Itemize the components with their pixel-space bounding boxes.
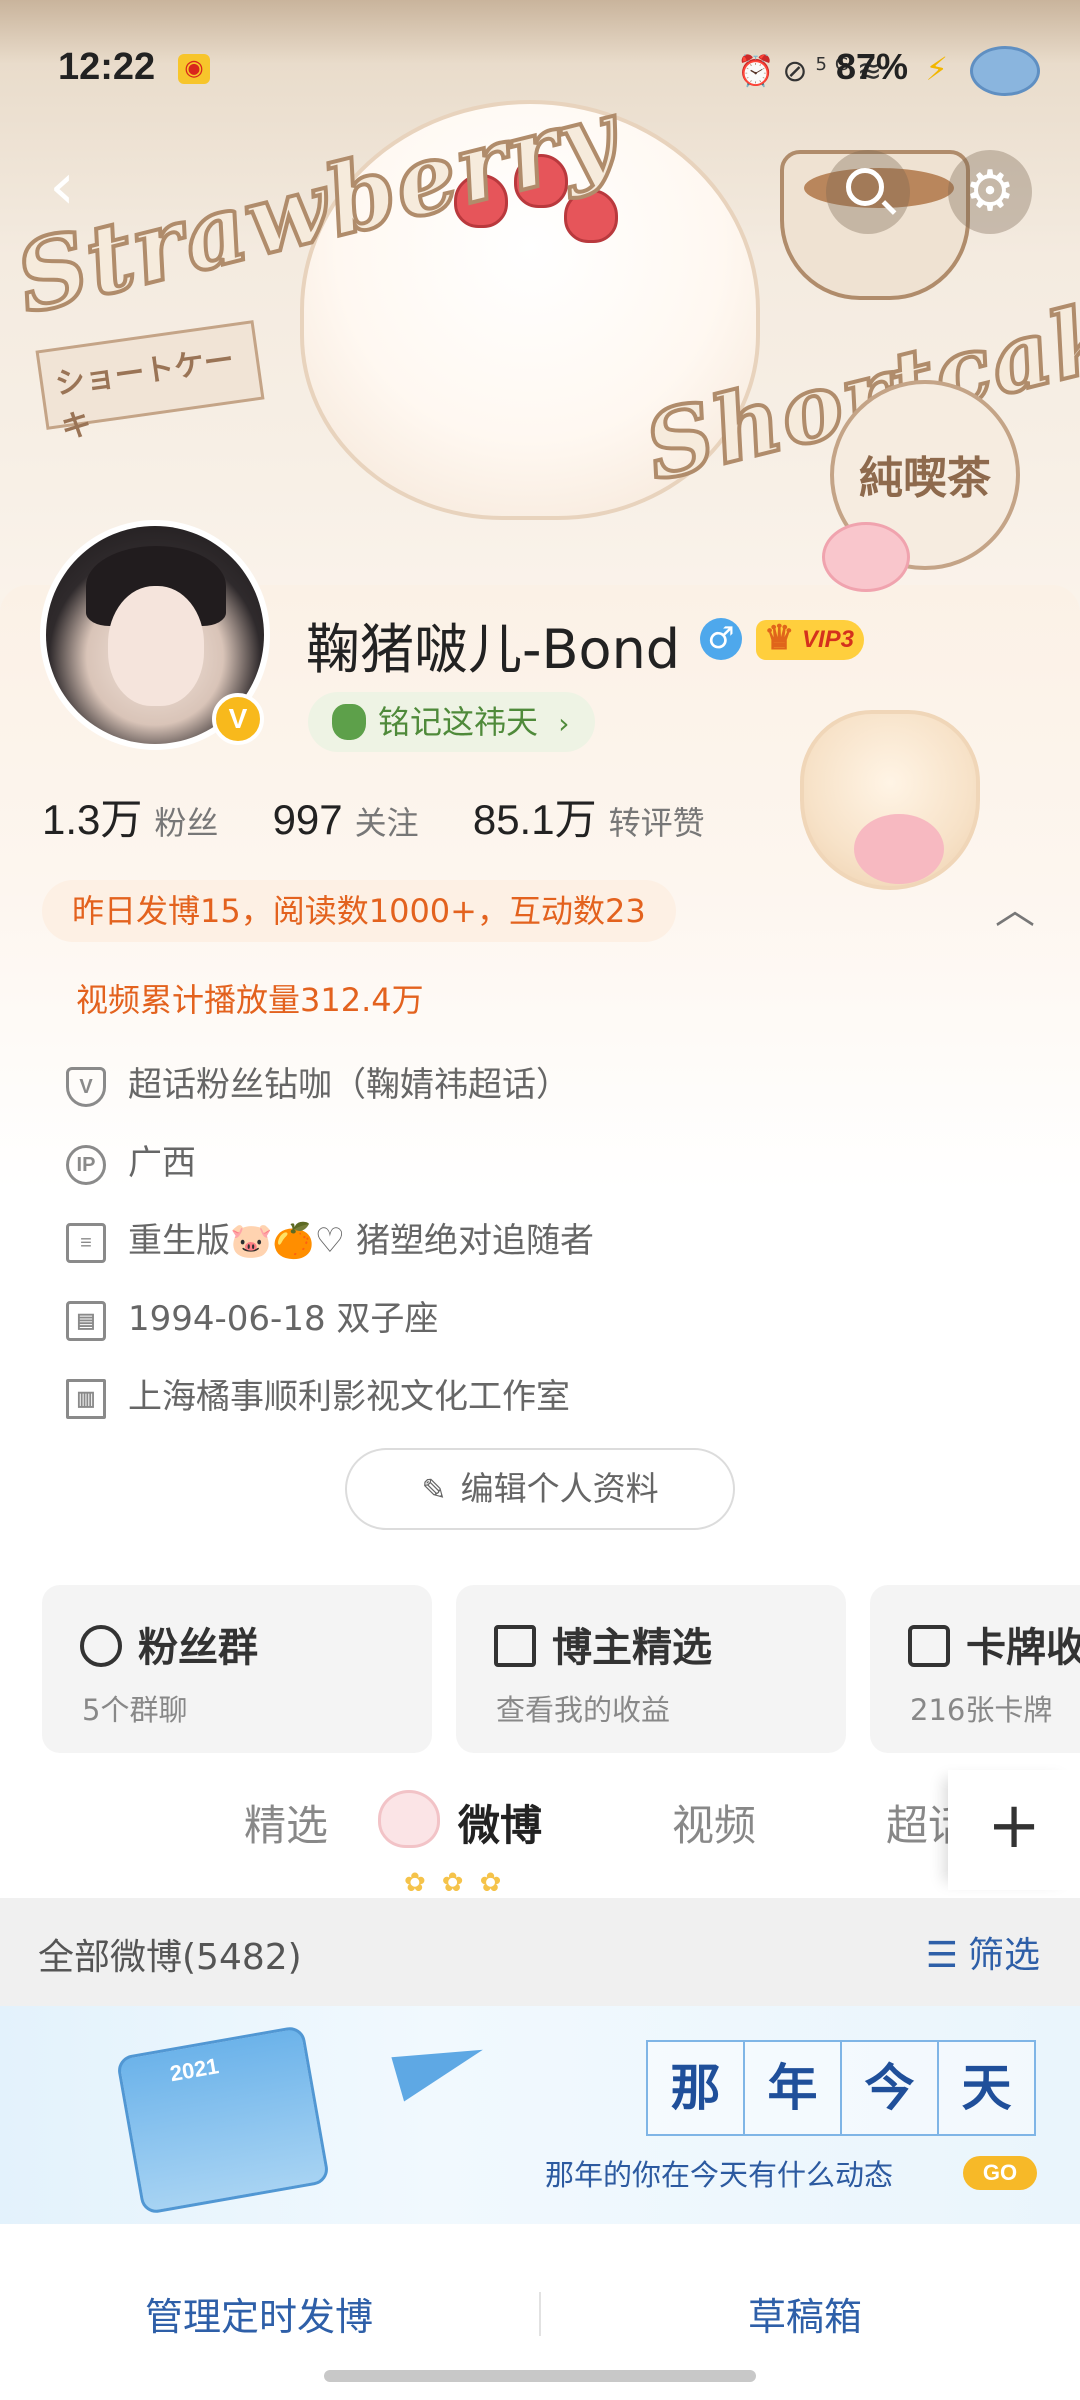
tab-weibo[interactable]: 微博 [458,1792,542,1853]
add-tab-button[interactable]: + [948,1770,1080,1890]
content-tabs: 精选 微博 ✿✿✿ 视频 超话 + [0,1770,1080,1898]
info-row-supertopic[interactable]: V 超话粉丝钻咖（鞠婧祎超话） [66,1057,570,1113]
feature-subtitle: 查看我的收益 [496,1693,671,1727]
calendar-year: 2021 [168,2053,221,2087]
drafts-button[interactable]: 草稿箱 [748,2286,862,2341]
weibo-notification-icon: ◉ [178,54,210,84]
search-icon [846,168,884,206]
ip-icon: IP [66,1144,106,1185]
filter-icon: ☰ [925,1935,958,1976]
feature-title: 博主精选 [552,1625,712,1671]
battery-level: 87% [835,46,908,87]
info-row-company: ▥ 上海橘事顺利影视文化工作室 [66,1369,570,1425]
feature-title: 卡牌收 [966,1625,1080,1671]
stat-engagement-value: 85.1万 [472,796,597,843]
paper-plane-icon [391,2032,491,2102]
v-plus-icon [494,1625,536,1667]
edit-profile-label: 编辑个人资料 [460,1469,659,1508]
divider [539,2292,541,2336]
stat-following-value: 997 [272,796,343,843]
tagline-text: 铭记这祎天 [378,703,539,741]
calendar-icon: ▤ [66,1300,106,1341]
mute-icon: ⊘ [782,54,816,89]
stat-following[interactable]: 997 关注 [273,796,419,844]
status-bar: 12:22 ◉ ⏰⊘5G≋ 87% ⚡ [0,40,1080,100]
blogger-picks-card[interactable]: 博主精选 查看我的收益 [456,1585,846,1753]
shield-icon: V [66,1066,106,1107]
chevron-left-icon: ‹ [49,150,75,224]
alarm-icon: ⏰ [736,54,783,89]
info-row-birthday: ▤ 1994-06-18 双子座 [66,1291,438,1347]
on-this-day-subtitle: 那年的你在今天有什么动态 [545,2158,894,2192]
stat-engagement-label: 转评赞 [608,804,705,842]
activity-summary[interactable]: 昨日发博15，阅读数1000+，互动数23 [42,880,676,942]
verified-badge-icon: V [212,693,264,745]
info-text: 1994-06-18 双子座 [128,1299,439,1339]
charging-icon: ⚡ [925,50,948,88]
info-row-bio: ≡ 重生版🐷🍊♡ 猪塑绝对追随者 [66,1213,594,1269]
card-icon [908,1625,950,1667]
document-icon: ≡ [66,1222,106,1263]
banner-japanese-label: ショートケーキ [35,320,265,446]
chevron-right-icon: › [558,707,570,740]
plus-icon: + [987,1789,1041,1863]
info-text: 广西 [128,1143,196,1183]
edit-profile-button[interactable]: ✎ 编辑个人资料 [345,1448,735,1530]
info-text: 重生版🐷🍊♡ 猪塑绝对追随者 [128,1221,594,1261]
building-icon: ▥ [66,1378,106,1419]
stat-following-label: 关注 [354,804,419,842]
title-char: 那 [646,2040,745,2136]
stat-followers-value: 1.3万 [42,796,143,843]
on-this-day-title: 那 年 今 天 [646,2040,1036,2136]
title-char: 今 [840,2040,939,2136]
stat-followers[interactable]: 1.3万 粉丝 [42,786,218,847]
filter-button[interactable]: ☰ 筛选 [926,1926,1040,1978]
profile-stats: 1.3万 粉丝 997 关注 85.1万 转评赞 [42,786,749,847]
filter-bar: 全部微博(5482) ☰ 筛选 [0,1898,1080,2006]
title-char: 天 [937,2040,1036,2136]
back-button[interactable]: ‹ [30,155,94,219]
gear-icon: ⚙ [964,159,1016,224]
chevron-up-icon[interactable]: ︿ [990,882,1040,933]
info-row-ip-location: IP 广西 [66,1135,196,1191]
feature-subtitle: 216张卡牌 [910,1693,1053,1727]
info-text: 超话粉丝钻咖（鞠婧祎超话） [128,1065,570,1105]
bottom-actions: 管理定时发博 草稿箱 [0,2252,1080,2400]
tab-video[interactable]: 视频 [672,1792,756,1853]
stat-followers-label: 粉丝 [154,804,219,842]
scheduled-posts-button[interactable]: 管理定时发博 [145,2286,373,2341]
avatar-face [108,586,204,706]
tagline-button[interactable]: 铭记这祎天 › [308,692,596,752]
filter-label: 筛选 [967,1935,1040,1976]
pencil-icon: ✎ [421,1473,447,1508]
card-collection-card[interactable]: 卡牌收 216张卡牌 [870,1585,1080,1753]
username: 鞠猪啵儿-Bond [306,618,681,681]
stat-engagement[interactable]: 85.1万 转评赞 [473,786,705,847]
fan-group-card[interactable]: 粉丝群 5个群聊 [42,1585,432,1753]
pig-cup-decoration [800,710,980,890]
people-icon [80,1625,122,1667]
info-text: 上海橘事顺利影视文化工作室 [128,1377,570,1417]
title-char: 年 [743,2040,842,2136]
vip-badge[interactable]: VIP3 [756,618,865,660]
pig-sticker-decoration [822,522,910,592]
settings-button[interactable]: ⚙ [948,150,1032,234]
feature-subtitle: 5个群聊 [82,1693,188,1727]
video-play-count: 视频累计播放量312.4万 [76,981,424,1019]
pig-mascot-icon [378,1790,440,1848]
calendar-illustration: 2021 [115,2024,331,2216]
feature-title: 粉丝群 [138,1625,258,1671]
on-this-day-banner[interactable]: 2021 那 年 今 天 那年的你在今天有什么动态 GO [0,2006,1080,2224]
home-indicator[interactable] [324,2370,756,2382]
status-time: 12:22 [58,46,156,88]
active-tab-indicator: ✿✿✿ [404,1868,518,1898]
tab-featured[interactable]: 精选 [244,1792,328,1853]
search-button[interactable] [826,150,910,234]
cat-icon [332,704,366,740]
fish-sticker-icon [970,46,1040,96]
go-button[interactable]: GO [963,2156,1037,2190]
all-posts-count: 全部微博(5482) [38,1937,302,1978]
male-gender-icon: ♂ [700,618,742,660]
